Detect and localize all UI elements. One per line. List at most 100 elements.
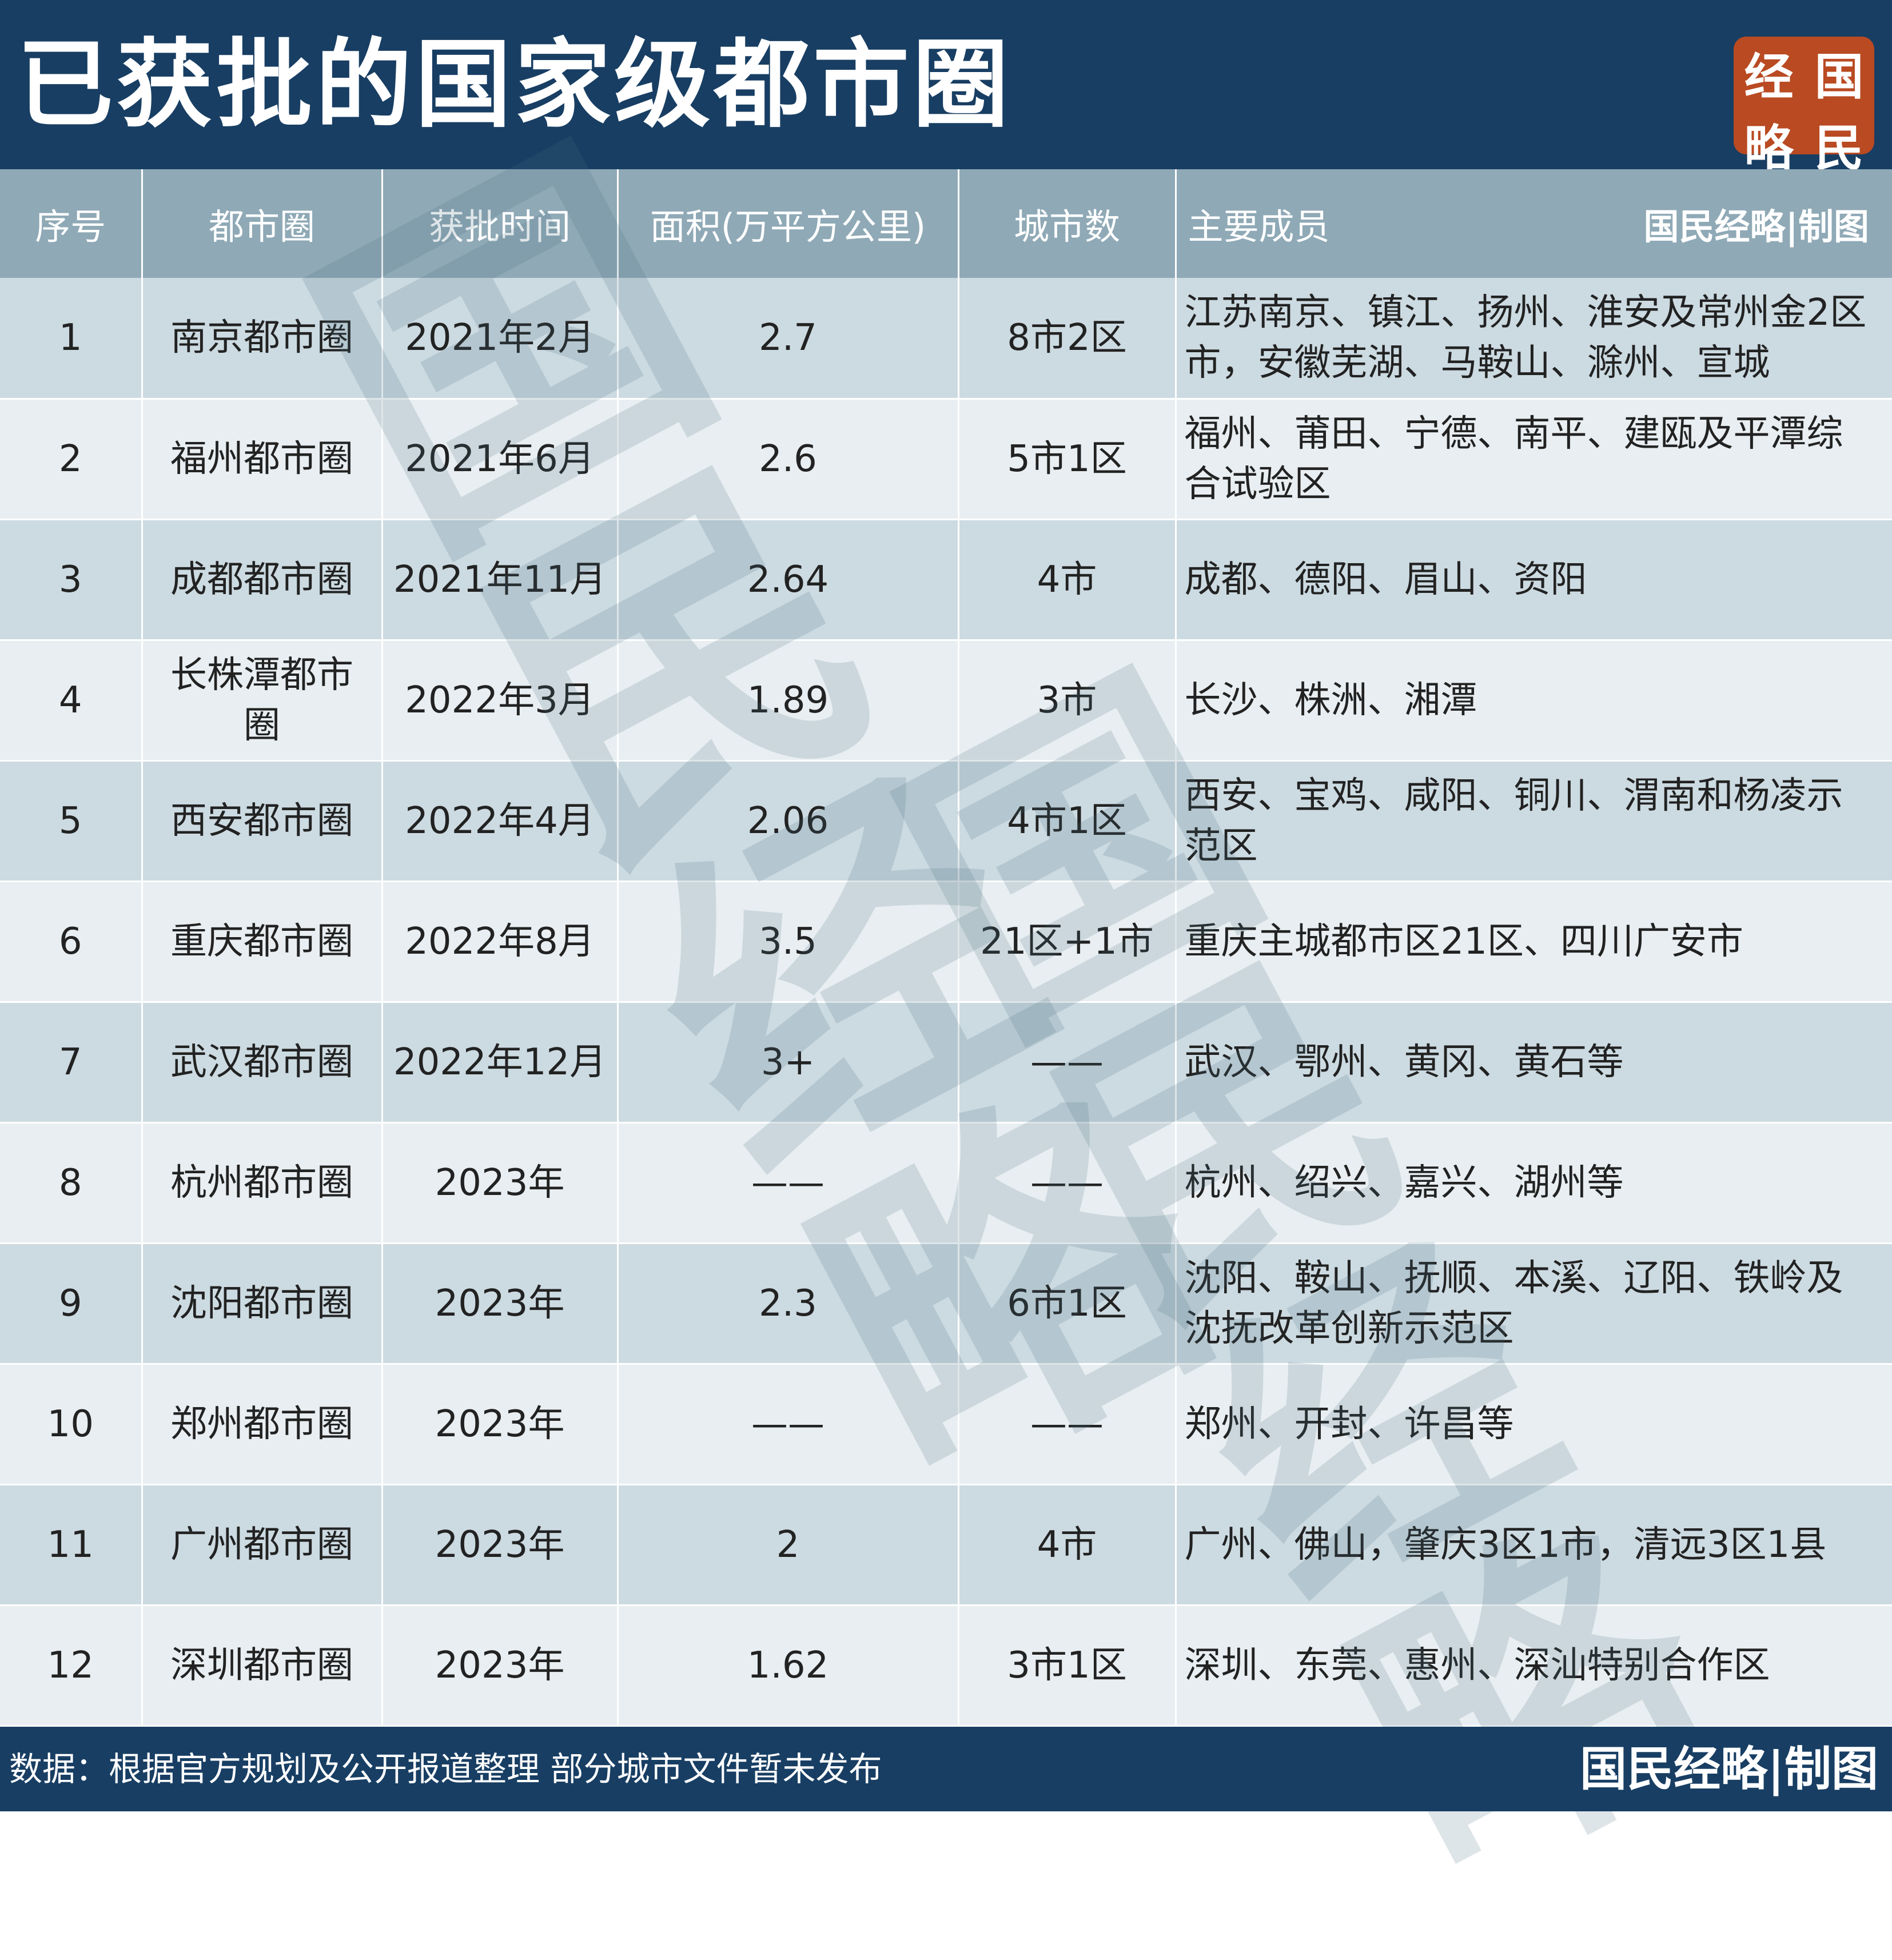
col-header-date: 获批时间	[382, 169, 619, 278]
cell-cities: 5市1区	[958, 399, 1177, 520]
cell-no: 8	[0, 1122, 143, 1244]
cell-date: 2021年2月	[382, 278, 619, 400]
table-row: 11 广州都市圈 2023年 2 4市 广州、佛山，肇庆3区1市，清远3区1县	[0, 1484, 1892, 1606]
cell-area: ——	[618, 1122, 959, 1244]
data-source-note: 数据：根据官方规划及公开报道整理 部分城市文件暂未发布	[9, 1750, 882, 1788]
cell-area: ——	[618, 1364, 959, 1485]
cell-no: 7	[0, 1002, 143, 1124]
col-header-area: 面积(万平方公里)	[618, 169, 959, 278]
col-header-members-label: 主要成员	[1188, 206, 1330, 248]
page-title: 已获批的国家级都市圈	[17, 29, 1012, 141]
cell-name: 武汉都市圈	[142, 1002, 383, 1124]
cell-members: 成都、德阳、眉山、资阳	[1176, 519, 1892, 641]
cell-no: 12	[0, 1605, 143, 1727]
cell-name: 福州都市圈	[142, 399, 383, 520]
cell-name: 重庆都市圈	[142, 881, 383, 1003]
cell-no: 4	[0, 640, 143, 762]
table-row: 9 沈阳都市圈 2023年 2.3 6市1区 沈阳、鞍山、抚顺、本溪、辽阳、铁岭及沈抚改革…	[0, 1243, 1892, 1365]
brand-logo: 国 经 民 略	[1734, 37, 1874, 177]
cell-name: 沈阳都市圈	[142, 1243, 383, 1365]
cell-members: 广州、佛山，肇庆3区1市，清远3区1县	[1176, 1484, 1892, 1606]
cell-cities: ——	[958, 1122, 1177, 1244]
cell-area: 2.06	[618, 760, 959, 882]
cell-cities: 3市1区	[958, 1605, 1177, 1727]
cell-no: 5	[0, 760, 143, 882]
cell-area: 2.7	[618, 278, 959, 400]
logo-char: 经	[1744, 48, 1794, 106]
header-credit: 国民经略|制图	[1643, 206, 1869, 248]
cell-members: 杭州、绍兴、嘉兴、湖州等	[1176, 1122, 1892, 1244]
table-header-row: 序号 都市圈 获批时间 面积(万平方公里) 城市数 主要成员 国民经略|制图	[0, 169, 1892, 278]
cell-no: 2	[0, 399, 143, 520]
cell-area: 2	[618, 1484, 959, 1606]
table-row: 6 重庆都市圈 2022年8月 3.5 21区+1市 重庆主城都市区21区、四川广安市	[0, 881, 1892, 1003]
table-row: 4 长株潭都市圈 2022年3月 1.89 3市 长沙、株洲、湘潭	[0, 640, 1892, 762]
table-row: 5 西安都市圈 2022年4月 2.06 4市1区 西安、宝鸡、咸阳、铜川、渭南和杨凌示范…	[0, 760, 1892, 882]
col-header-name: 都市圈	[142, 169, 383, 278]
logo-char: 国	[1814, 48, 1864, 106]
cell-cities: 3市	[958, 640, 1177, 762]
cell-members: 郑州、开封、许昌等	[1176, 1364, 1892, 1485]
cell-name: 西安都市圈	[142, 760, 383, 882]
cell-date: 2022年3月	[382, 640, 619, 762]
cell-area: 3.5	[618, 881, 959, 1003]
cell-cities: 4市	[958, 1484, 1177, 1606]
cell-members: 沈阳、鞍山、抚顺、本溪、辽阳、铁岭及沈抚改革创新示范区	[1176, 1243, 1892, 1365]
cell-members: 西安、宝鸡、咸阳、铜川、渭南和杨凌示范区	[1176, 760, 1892, 882]
table-row: 7 武汉都市圈 2022年12月 3+ —— 武汉、鄂州、黄冈、黄石等	[0, 1002, 1892, 1124]
cell-name: 南京都市圈	[142, 278, 383, 400]
cell-no: 3	[0, 519, 143, 641]
cell-name: 广州都市圈	[142, 1484, 383, 1606]
footer-bar: 数据：根据官方规划及公开报道整理 部分城市文件暂未发布 国民经略|制图	[0, 1727, 1892, 1811]
cell-no: 9	[0, 1243, 143, 1365]
table-row: 2 福州都市圈 2021年6月 2.6 5市1区 福州、莆田、宁德、南平、建瓯及平潭综合试…	[0, 399, 1892, 520]
cell-date: 2023年	[382, 1122, 619, 1244]
cell-area: 3+	[618, 1002, 959, 1124]
col-header-cities: 城市数	[958, 169, 1177, 278]
cell-name: 郑州都市圈	[142, 1364, 383, 1485]
cell-date: 2023年	[382, 1243, 619, 1365]
cell-cities: ——	[958, 1364, 1177, 1485]
cell-no: 6	[0, 881, 143, 1003]
cell-members: 武汉、鄂州、黄冈、黄石等	[1176, 1002, 1892, 1124]
cell-no: 1	[0, 278, 143, 400]
col-header-no: 序号	[0, 169, 143, 278]
cell-date: 2021年6月	[382, 399, 619, 520]
cell-cities: 21区+1市	[958, 881, 1177, 1003]
table-row: 8 杭州都市圈 2023年 —— —— 杭州、绍兴、嘉兴、湖州等	[0, 1122, 1892, 1244]
title-bar: 已获批的国家级都市圈 国 经 民 略	[0, 0, 1892, 177]
table-row: 3 成都都市圈 2021年11月 2.64 4市 成都、德阳、眉山、资阳	[0, 519, 1892, 641]
cell-no: 11	[0, 1484, 143, 1606]
cell-cities: 4市1区	[958, 760, 1177, 882]
cell-area: 1.89	[618, 640, 959, 762]
cell-name: 杭州都市圈	[142, 1122, 383, 1244]
cell-cities: ——	[958, 1002, 1177, 1124]
cell-members: 重庆主城都市区21区、四川广安市	[1176, 881, 1892, 1003]
table-body: 1 南京都市圈 2021年2月 2.7 8市2区 江苏南京、镇江、扬州、淮安及常州金2区市…	[0, 278, 1892, 1727]
cell-date: 2022年12月	[382, 1002, 619, 1124]
cell-cities: 4市	[958, 519, 1177, 641]
metro-area-table: 序号 都市圈 获批时间 面积(万平方公里) 城市数 主要成员 国民经略|制图 1…	[0, 169, 1892, 1727]
cell-members: 长沙、株洲、湘潭	[1176, 640, 1892, 762]
cell-area: 2.64	[618, 519, 959, 641]
table-row: 10 郑州都市圈 2023年 —— —— 郑州、开封、许昌等	[0, 1364, 1892, 1485]
cell-date: 2023年	[382, 1605, 619, 1727]
cell-name: 深圳都市圈	[142, 1605, 383, 1727]
cell-date: 2023年	[382, 1364, 619, 1485]
footer-credit: 国民经略|制图	[1580, 1742, 1878, 1796]
cell-date: 2023年	[382, 1484, 619, 1606]
cell-cities: 8市2区	[958, 278, 1177, 400]
cell-members: 福州、莆田、宁德、南平、建瓯及平潭综合试验区	[1176, 399, 1892, 520]
cell-area: 1.62	[618, 1605, 959, 1727]
cell-members: 深圳、东莞、惠州、深汕特别合作区	[1176, 1605, 1892, 1727]
cell-no: 10	[0, 1364, 143, 1485]
cell-name: 长株潭都市圈	[142, 640, 383, 762]
cell-name: 成都都市圈	[142, 519, 383, 641]
cell-area: 2.3	[618, 1243, 959, 1365]
cell-date: 2022年8月	[382, 881, 619, 1003]
cell-members: 江苏南京、镇江、扬州、淮安及常州金2区市，安徽芜湖、马鞍山、滁州、宣城	[1176, 278, 1892, 400]
table-row: 12 深圳都市圈 2023年 1.62 3市1区 深圳、东莞、惠州、深汕特别合作区	[0, 1605, 1892, 1727]
cell-cities: 6市1区	[958, 1243, 1177, 1365]
col-header-members: 主要成员 国民经略|制图	[1176, 169, 1892, 278]
cell-date: 2022年4月	[382, 760, 619, 882]
